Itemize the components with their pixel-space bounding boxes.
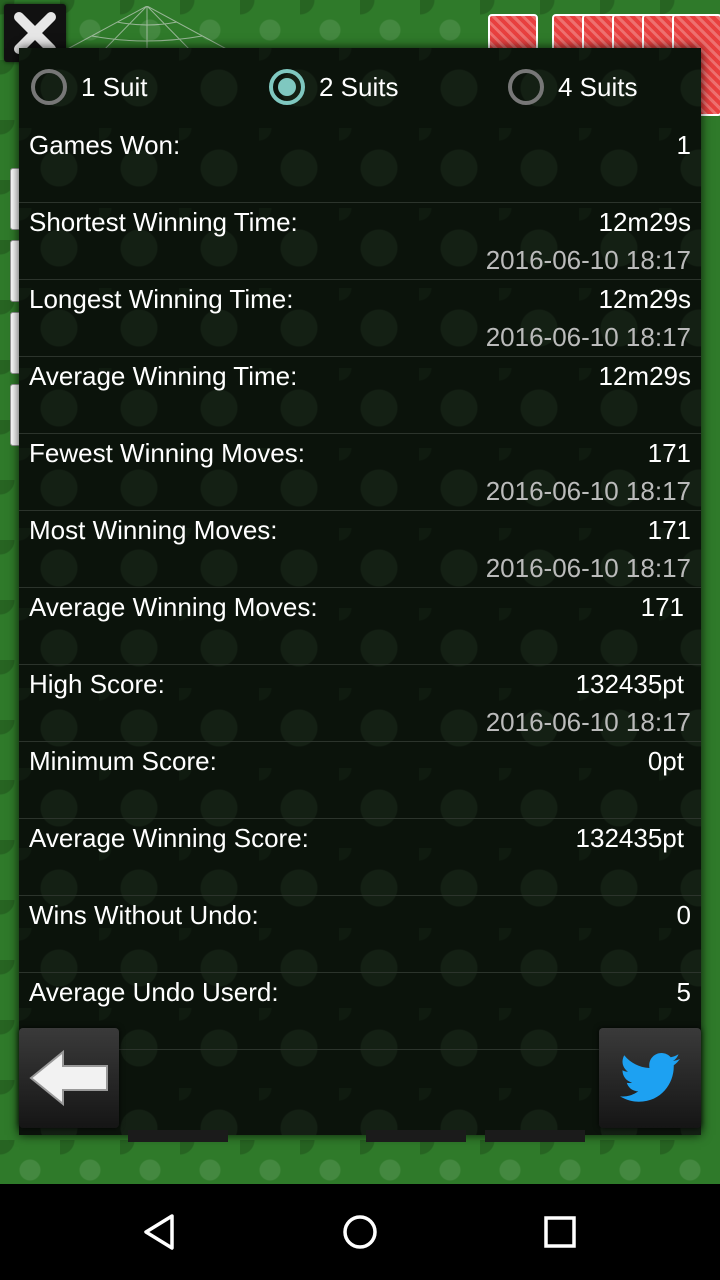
stat-value: 12m29s [598, 207, 692, 237]
nav-recents-button[interactable] [530, 1204, 590, 1260]
stat-value: 5 [676, 977, 691, 1007]
stat-row-average-time: Average Winning Time: 12m29s [19, 357, 701, 434]
nav-back-button[interactable] [130, 1204, 190, 1260]
twitter-bird-icon [620, 1053, 680, 1102]
dialog-bottom-edge [366, 1130, 466, 1142]
stat-row-longest-time: Longest Winning Time: 12m29s 2016-06-10 … [19, 280, 701, 357]
stat-value: 12m29s [598, 284, 692, 314]
nav-home-icon [343, 1215, 377, 1249]
nav-home-button[interactable] [330, 1204, 390, 1260]
stat-label: Average Undo Userd: [29, 977, 279, 1007]
stat-row-wins-without-undo: Wins Without Undo: 0 [19, 896, 701, 973]
stat-date: 2016-06-10 18:17 [485, 476, 691, 506]
stat-row-average-score: Average Winning Score: 132435pt [19, 819, 701, 896]
stat-date: 2016-06-10 18:17 [485, 322, 691, 352]
stat-value: 0 [676, 900, 691, 930]
stat-value: 12m29s [598, 361, 692, 391]
stat-label: Fewest Winning Moves: [29, 438, 305, 468]
stat-value: 132435pt [575, 669, 684, 699]
stat-label: Games Won: [29, 130, 181, 160]
stat-date: 2016-06-10 18:17 [485, 245, 691, 275]
suit-label: 4 Suits [558, 71, 638, 102]
stat-value: 171 [640, 592, 684, 622]
stat-row-shortest-time: Shortest Winning Time: 12m29s 2016-06-10… [19, 203, 701, 280]
suit-label: 1 Suit [81, 71, 148, 102]
radio-1-suit[interactable]: 1 Suit [31, 66, 148, 108]
radio-2-suits[interactable]: 2 Suits [269, 66, 399, 108]
stat-value: 1 [676, 130, 691, 160]
radio-button-checked-icon [269, 69, 305, 105]
statistics-dialog: 1 Suit 2 Suits 4 Suits Games Won: 1 Shor… [19, 48, 701, 1135]
statistics-list: Games Won: 1 Shortest Winning Time: 12m2… [19, 126, 701, 1050]
stat-value: 171 [647, 515, 691, 545]
radio-button-icon [31, 69, 67, 105]
suit-label: 2 Suits [319, 71, 399, 102]
suit-selector: 1 Suit 2 Suits 4 Suits [19, 48, 701, 126]
stat-label: Longest Winning Time: [29, 284, 294, 314]
stat-value: 171 [647, 438, 691, 468]
stat-label: Average Winning Time: [29, 361, 298, 391]
spider-web-decoration [62, 6, 232, 52]
stat-row-minimum-score: Minimum Score: 0pt [19, 742, 701, 819]
back-button[interactable] [19, 1028, 119, 1128]
stat-label: Wins Without Undo: [29, 900, 259, 930]
stat-value: 0pt [647, 746, 684, 776]
stat-date: 2016-06-10 18:17 [485, 553, 691, 583]
stat-row-average-moves: Average Winning Moves: 171 [19, 588, 701, 665]
nav-back-icon [144, 1214, 174, 1250]
radio-button-icon [508, 69, 544, 105]
stat-row-fewest-moves: Fewest Winning Moves: 171 2016-06-10 18:… [19, 434, 701, 511]
stat-label: Most Winning Moves: [29, 515, 278, 545]
dialog-bottom-edge [128, 1130, 228, 1142]
stat-row-high-score: High Score: 132435pt 2016-06-10 18:17 [19, 665, 701, 742]
nav-recents-icon [544, 1216, 576, 1248]
stat-label: Shortest Winning Time: [29, 207, 298, 237]
stat-label: Average Winning Moves: [29, 592, 318, 622]
stat-label: Average Winning Score: [29, 823, 309, 853]
stat-label: Minimum Score: [29, 746, 217, 776]
stat-row-games-won: Games Won: 1 [19, 126, 701, 203]
android-navigation-bar [0, 1184, 720, 1280]
stat-row-most-moves: Most Winning Moves: 171 2016-06-10 18:17 [19, 511, 701, 588]
twitter-share-button[interactable] [599, 1028, 701, 1128]
radio-4-suits[interactable]: 4 Suits [508, 66, 638, 108]
stat-value: 132435pt [575, 823, 684, 853]
dialog-bottom-edge [485, 1130, 585, 1142]
stat-date: 2016-06-10 18:17 [485, 707, 691, 737]
stat-label: High Score: [29, 669, 165, 699]
back-arrow-icon [29, 1049, 108, 1107]
